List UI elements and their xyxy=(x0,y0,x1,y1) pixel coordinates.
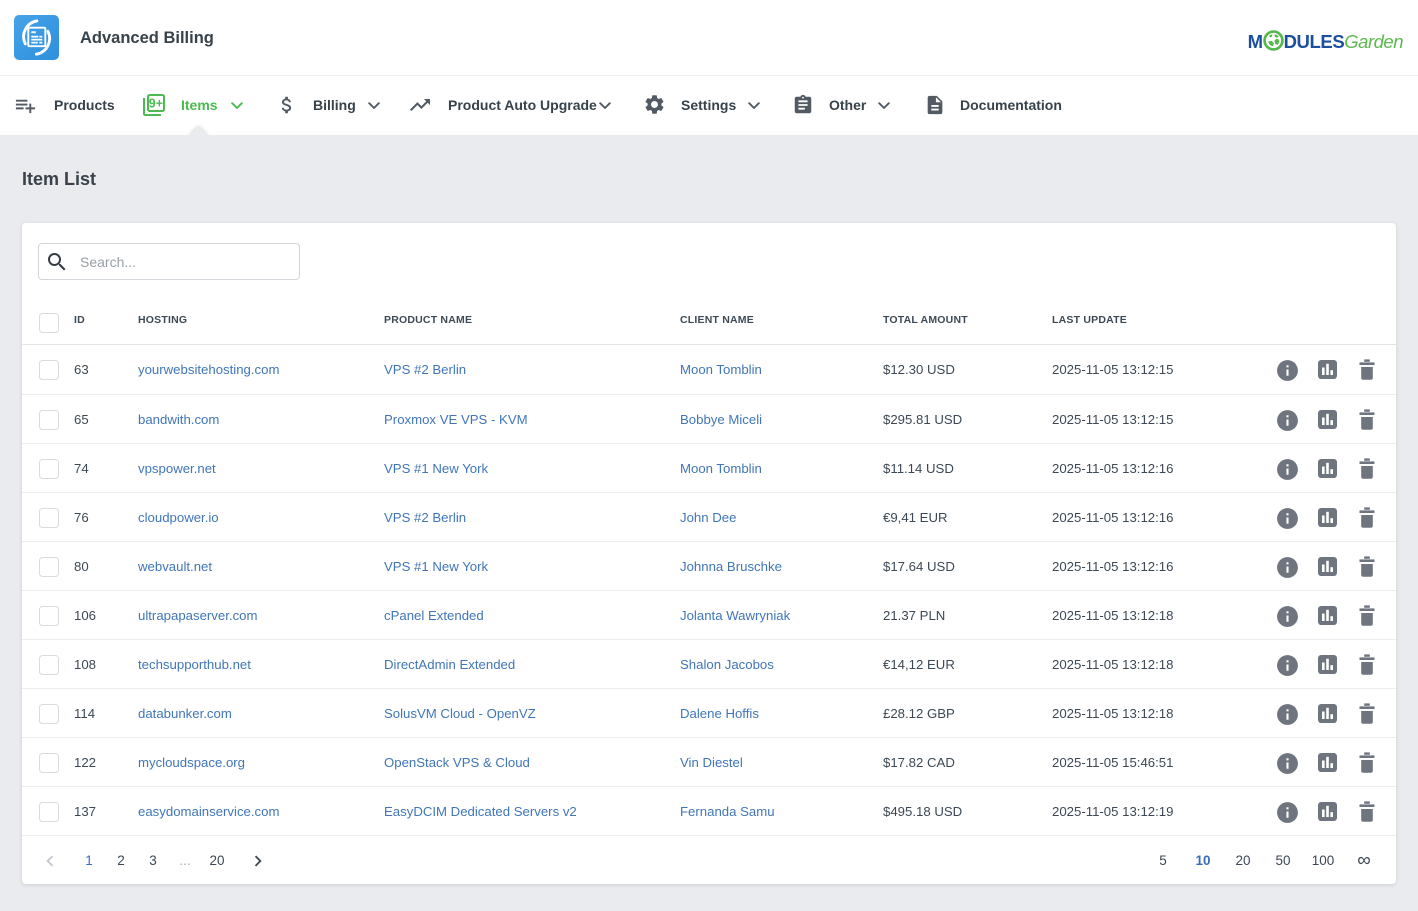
svg-text:9+: 9+ xyxy=(149,97,163,111)
